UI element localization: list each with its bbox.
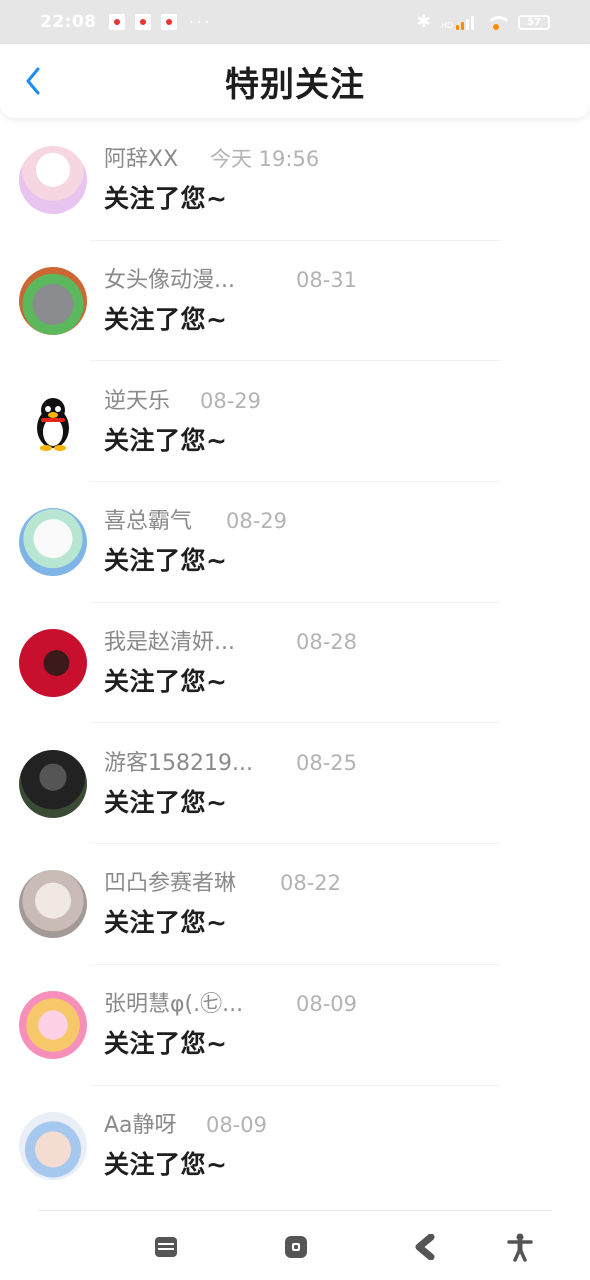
user-name: 逆天乐 <box>104 388 171 414</box>
notification-icon <box>108 14 125 30</box>
follow-message: 关注了您~ <box>104 546 228 576</box>
follow-time: 08-28 <box>296 630 358 655</box>
more-notifications-indicator: ··· <box>188 11 212 33</box>
notification-icon <box>134 14 151 30</box>
bluetooth-icon: ✱ <box>416 12 431 32</box>
avatar[interactable] <box>19 1111 87 1180</box>
page-title: 特别关注 <box>225 64 365 105</box>
header: 特别关注 <box>0 44 590 118</box>
signal-icon: HD <box>441 14 474 30</box>
avatar[interactable] <box>19 508 87 577</box>
follow-message: 关注了您~ <box>104 425 228 455</box>
follow-time: 08-29 <box>200 388 262 413</box>
user-name: 游客158219... <box>104 750 253 776</box>
list-item[interactable]: 喜总霸气 08-29 关注了您~ <box>0 482 590 603</box>
avatar[interactable] <box>19 749 87 818</box>
follow-list: 阿辞XX 今天 19:56 关注了您~ 女头像动漫... 08-31 关注了您~ <box>0 120 590 1206</box>
network-tag: HD <box>440 21 453 30</box>
follow-message: 关注了您~ <box>104 908 228 938</box>
avatar[interactable] <box>19 387 87 456</box>
back-icon <box>415 1234 435 1260</box>
list-item[interactable]: 游客158219... 08-25 关注了您~ <box>0 723 590 845</box>
avatar[interactable] <box>19 146 87 215</box>
avatar[interactable] <box>19 870 87 939</box>
follow-time: 08-22 <box>280 871 342 896</box>
menu-button[interactable] <box>146 1230 186 1264</box>
penguin-icon <box>37 397 69 451</box>
avatar[interactable] <box>19 629 87 698</box>
back-button[interactable] <box>18 66 48 96</box>
user-name: 我是赵清妍... <box>104 630 235 656</box>
notification-icon <box>160 14 177 30</box>
follow-message: 关注了您~ <box>104 1149 228 1179</box>
user-name: 喜总霸气 <box>104 509 193 535</box>
user-name: 阿辞XX <box>104 147 179 173</box>
follow-time: 今天 19:56 <box>210 147 320 172</box>
user-name: 女头像动漫... <box>104 268 235 294</box>
accessibility-icon <box>507 1233 533 1262</box>
wifi-icon <box>484 14 512 30</box>
list-item[interactable]: 阿辞XX 今天 19:56 关注了您~ <box>0 120 590 241</box>
chevron-left-icon <box>26 67 40 95</box>
system-nav-bar <box>0 1212 590 1280</box>
list-item[interactable]: Aa静呀 08-09 关注了您~ <box>0 1086 590 1207</box>
follow-message: 关注了您~ <box>104 305 228 335</box>
home-button[interactable] <box>276 1230 316 1264</box>
menu-icon <box>155 1237 177 1257</box>
list-item[interactable]: 凹凸参赛者琳 08-22 关注了您~ <box>0 844 590 965</box>
follow-message: 关注了您~ <box>104 1029 228 1059</box>
user-name: 张明慧φ(.㊆... <box>104 992 244 1018</box>
list-item[interactable]: 女头像动漫... 08-31 关注了您~ <box>0 241 590 362</box>
follow-time: 08-29 <box>226 509 288 534</box>
status-time: 22:08 <box>40 12 97 32</box>
accessibility-button[interactable] <box>500 1230 540 1264</box>
status-bar: 22:08 ··· ✱ HD 57 <box>0 0 590 44</box>
follow-message: 关注了您~ <box>104 667 228 697</box>
notification-icons <box>108 14 177 30</box>
avatar[interactable] <box>19 267 87 336</box>
list-item[interactable]: 张明慧φ(.㊆... 08-09 关注了您~ <box>0 965 590 1086</box>
follow-time: 08-09 <box>296 992 358 1017</box>
avatar[interactable] <box>19 991 87 1060</box>
user-name: 凹凸参赛者琳 <box>104 871 237 897</box>
user-name: Aa静呀 <box>104 1112 177 1138</box>
battery-icon: 57 <box>518 14 550 30</box>
list-item[interactable]: 我是赵清妍... 08-28 关注了您~ <box>0 603 590 724</box>
home-icon <box>285 1236 307 1258</box>
list-item[interactable]: 逆天乐 08-29 关注了您~ <box>0 361 590 483</box>
follow-time: 08-09 <box>206 1112 268 1137</box>
follow-message: 关注了您~ <box>104 787 228 817</box>
back-nav-button[interactable] <box>406 1230 446 1264</box>
nav-divider <box>38 1210 552 1211</box>
follow-time: 08-31 <box>296 268 358 293</box>
follow-time: 08-25 <box>296 750 358 775</box>
follow-message: 关注了您~ <box>104 184 228 214</box>
